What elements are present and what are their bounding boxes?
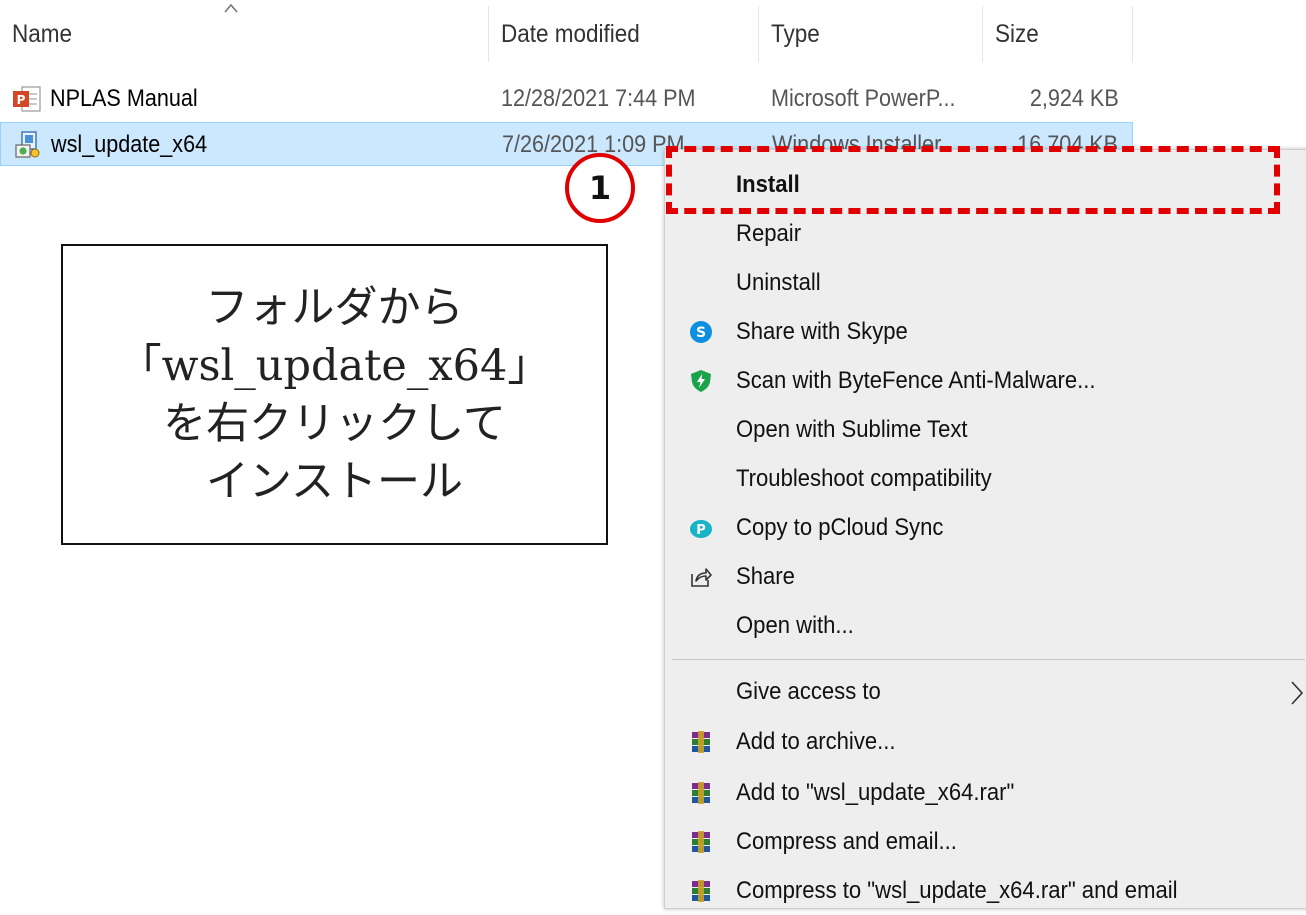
menu-item-label: Open with Sublime Text xyxy=(736,416,968,443)
bytefence-shield-icon xyxy=(691,370,711,392)
winrar-icon xyxy=(692,731,710,753)
menu-item-install[interactable]: Install xyxy=(665,161,1306,209)
menu-item-add-to-rar[interactable]: Add to "wsl_update_x64.rar" xyxy=(665,769,1306,817)
menu-item-add-to-archive[interactable]: Add to archive... xyxy=(665,718,1306,766)
column-header: Name Date modified Type Size xyxy=(0,0,1306,76)
column-divider[interactable] xyxy=(758,6,759,62)
instruction-text: フォルダから 「wsl_update_x64」 を右クリックして インストール xyxy=(118,282,551,507)
chevron-right-icon xyxy=(1291,681,1304,705)
column-name[interactable]: Name xyxy=(12,20,72,49)
menu-item-scan-bytefence[interactable]: Scan with ByteFence Anti-Malware... xyxy=(665,357,1306,405)
pcloud-icon: P xyxy=(690,520,712,538)
sort-ascending-icon[interactable] xyxy=(223,2,239,14)
menu-item-share[interactable]: Share xyxy=(665,553,1306,601)
menu-item-compress-to-rar-and-email[interactable]: Compress to "wsl_update_x64.rar" and ema… xyxy=(665,867,1306,915)
menu-item-label: Add to archive... xyxy=(736,728,896,755)
menu-item-label: Share with Skype xyxy=(736,318,908,345)
menu-item-uninstall[interactable]: Uninstall xyxy=(665,259,1306,307)
winrar-icon xyxy=(692,782,710,804)
menu-item-compress-and-email[interactable]: Compress and email... xyxy=(665,818,1306,866)
file-size: 2,924 KB xyxy=(1030,85,1119,112)
column-size[interactable]: Size xyxy=(995,20,1039,49)
menu-separator xyxy=(672,659,1305,660)
menu-item-label: Compress to "wsl_update_x64.rar" and ema… xyxy=(736,877,1178,904)
menu-item-copy-to-pcloud[interactable]: P Copy to pCloud Sync xyxy=(665,504,1306,552)
file-date: 12/28/2021 7:44 PM xyxy=(501,85,696,112)
step-number: 1 xyxy=(588,169,612,207)
menu-item-label: Share xyxy=(736,563,795,590)
installer-icon xyxy=(15,131,40,158)
svg-text:P: P xyxy=(17,93,26,107)
menu-item-open-with-sublime[interactable]: Open with Sublime Text xyxy=(665,406,1306,454)
menu-item-label: Copy to pCloud Sync xyxy=(736,514,944,541)
file-name: wsl_update_x64 xyxy=(51,131,208,158)
instruction-callout: フォルダから 「wsl_update_x64」 を右クリックして インストール xyxy=(61,244,608,545)
menu-item-label: Troubleshoot compatibility xyxy=(736,465,992,492)
menu-item-give-access-to[interactable]: Give access to xyxy=(665,668,1306,716)
file-type: Microsoft PowerP... xyxy=(771,85,956,112)
context-menu: Install Repair Uninstall S Share with Sk… xyxy=(664,149,1306,909)
svg-text:S: S xyxy=(696,325,706,341)
column-type[interactable]: Type xyxy=(771,20,820,49)
menu-item-label: Scan with ByteFence Anti-Malware... xyxy=(736,367,1096,394)
menu-item-label: Repair xyxy=(736,220,802,247)
menu-item-label: Uninstall xyxy=(736,269,821,296)
menu-item-label: Compress and email... xyxy=(736,828,957,855)
winrar-icon xyxy=(692,831,710,853)
menu-item-open-with[interactable]: Open with... xyxy=(665,602,1306,650)
menu-item-label: Give access to xyxy=(736,678,881,705)
menu-item-label: Add to "wsl_update_x64.rar" xyxy=(736,779,1015,806)
menu-item-label: Install xyxy=(736,171,800,198)
winrar-icon xyxy=(692,880,710,902)
menu-item-label: Open with... xyxy=(736,612,854,639)
menu-item-troubleshoot[interactable]: Troubleshoot compatibility xyxy=(665,455,1306,503)
svg-text:P: P xyxy=(696,523,706,538)
column-divider[interactable] xyxy=(1132,6,1133,62)
column-divider[interactable] xyxy=(488,6,489,62)
step-number-badge: 1 xyxy=(565,153,635,223)
menu-item-repair[interactable]: Repair xyxy=(665,210,1306,258)
share-icon xyxy=(691,568,712,587)
file-row[interactable]: P NPLAS Manual 12/28/2021 7:44 PM Micros… xyxy=(0,77,1133,121)
powerpoint-icon: P xyxy=(13,86,41,112)
skype-icon: S xyxy=(690,321,712,343)
column-date-modified[interactable]: Date modified xyxy=(501,20,640,49)
file-name: NPLAS Manual xyxy=(50,85,198,112)
menu-item-share-with-skype[interactable]: S Share with Skype xyxy=(665,308,1306,356)
column-divider[interactable] xyxy=(982,6,983,62)
